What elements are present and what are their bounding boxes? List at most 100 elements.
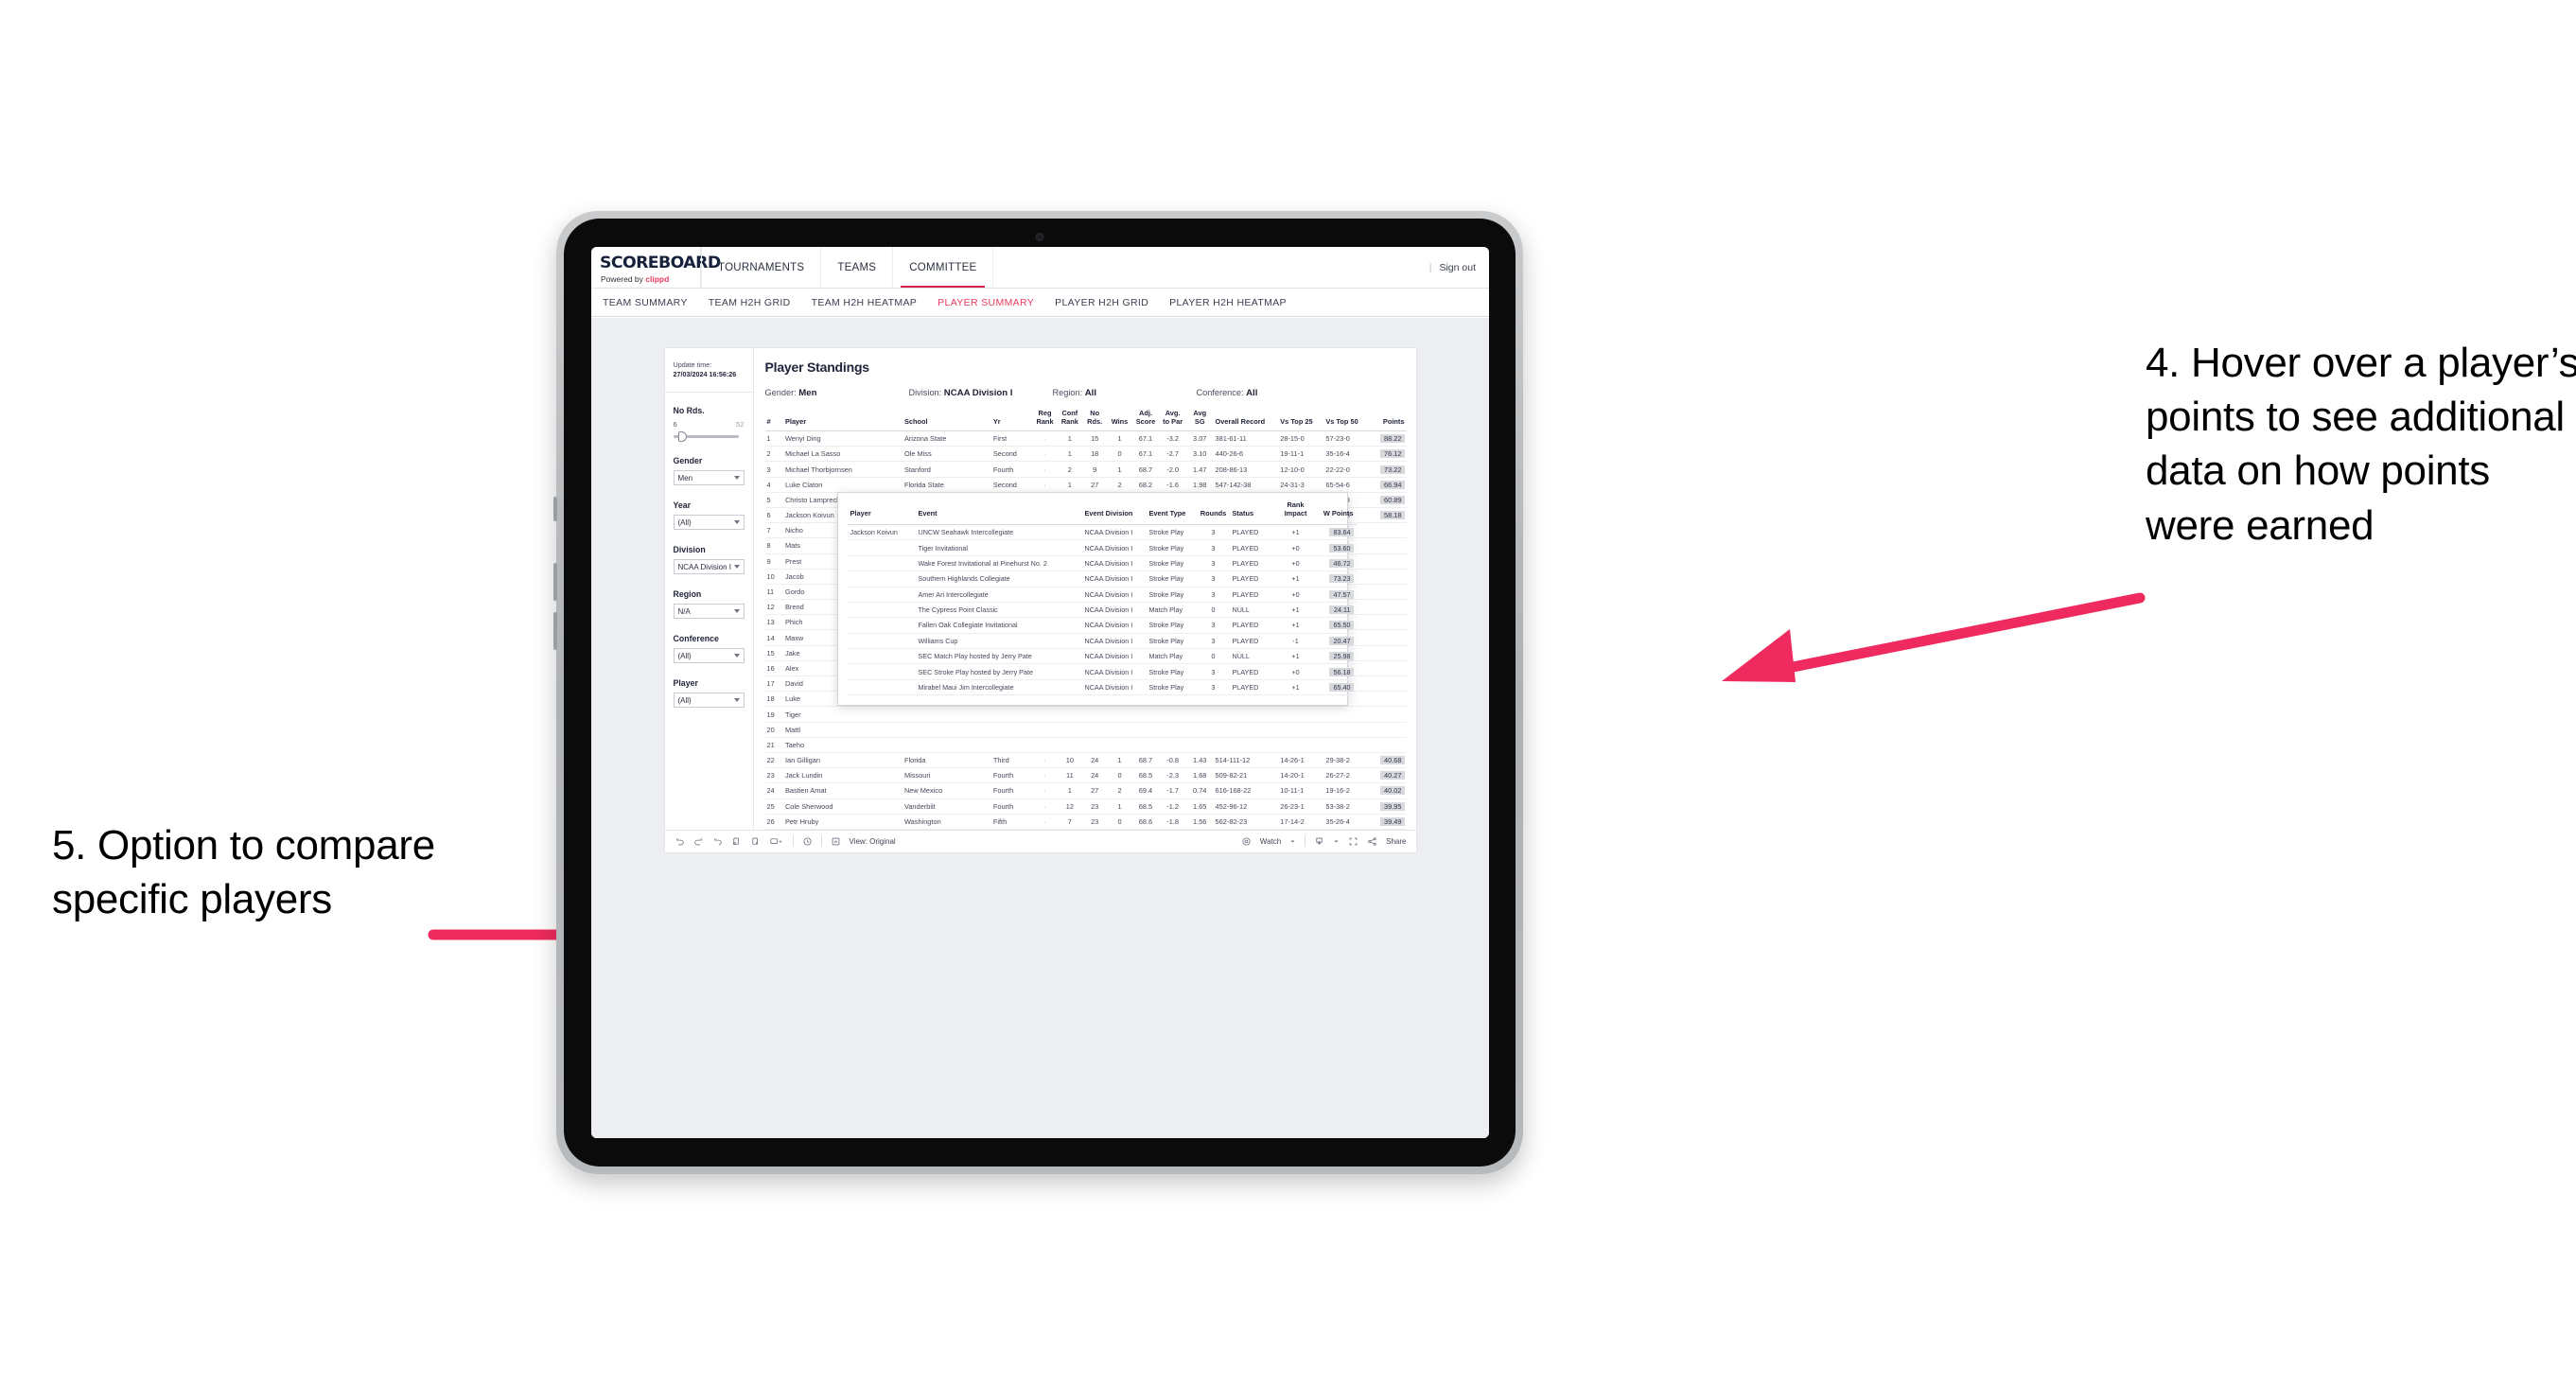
view-label[interactable]: View: Original bbox=[850, 837, 896, 846]
fullscreen-icon[interactable] bbox=[1348, 836, 1358, 847]
table-row[interactable]: 26 Petr Hruby Washington Fifth · 7 23 0 68.6 -1.8… bbox=[764, 814, 1407, 830]
undo-icon[interactable] bbox=[675, 836, 685, 847]
table-row[interactable]: 19 Tiger bbox=[764, 706, 1407, 723]
nav-committee[interactable]: COMMITTEE bbox=[893, 247, 994, 288]
col-overall-record[interactable]: Overall Record bbox=[1213, 410, 1279, 432]
points-cell[interactable]: 88.22 bbox=[1369, 430, 1407, 447]
filter-conference-select[interactable]: (All) bbox=[673, 648, 745, 664]
points-cell[interactable]: 60.89 bbox=[1369, 492, 1407, 508]
points-value[interactable]: 76.12 bbox=[1379, 449, 1405, 459]
points-value[interactable]: 39.49 bbox=[1379, 816, 1405, 826]
table-row[interactable]: 23 Jack Lundin Missouri Fourth · 11 24 0 68.5 -2.… bbox=[764, 767, 1407, 784]
view-icon[interactable] bbox=[831, 836, 841, 847]
tab-player-h2h-heatmap[interactable]: PLAYER H2H HEATMAP bbox=[1169, 297, 1287, 308]
nav-teams[interactable]: TEAMS bbox=[821, 247, 894, 288]
refresh-icon[interactable] bbox=[731, 836, 742, 847]
points-cell[interactable] bbox=[1369, 706, 1407, 723]
col-player[interactable]: Player bbox=[782, 410, 902, 432]
points-cell[interactable] bbox=[1369, 660, 1407, 677]
no-rounds-slider[interactable] bbox=[673, 431, 745, 443]
watch-caret-icon[interactable] bbox=[1289, 838, 1296, 845]
points-value[interactable]: 66.94 bbox=[1379, 480, 1405, 489]
tab-team-h2h-heatmap[interactable]: TEAM H2H HEATMAP bbox=[812, 297, 918, 308]
filter-region[interactable]: Region N/A bbox=[673, 589, 745, 620]
tab-team-h2h-grid[interactable]: TEAM H2H GRID bbox=[709, 297, 791, 308]
view-original-arrow-icon[interactable] bbox=[769, 836, 784, 847]
filter-gender[interactable]: Gender Men bbox=[673, 456, 745, 486]
points-cell[interactable]: 40.02 bbox=[1369, 782, 1407, 799]
table-row[interactable]: 22 Ian Gilligan Florida Third · 10 24 1 68.7 -0.8… bbox=[764, 752, 1407, 769]
share-label[interactable]: Share bbox=[1386, 837, 1406, 846]
points-cell[interactable] bbox=[1369, 645, 1407, 661]
col-no-rds[interactable]: No Rds. bbox=[1082, 409, 1108, 432]
volume-down-button[interactable] bbox=[553, 612, 557, 650]
filter-region-select[interactable]: N/A bbox=[673, 604, 745, 620]
points-cell[interactable]: 66.94 bbox=[1369, 477, 1407, 493]
points-value[interactable]: 40.27 bbox=[1379, 771, 1405, 781]
points-cell[interactable] bbox=[1369, 537, 1407, 554]
col-vs-top-50[interactable]: Vs Top 50 bbox=[1323, 410, 1370, 432]
points-cell[interactable]: 40.68 bbox=[1369, 752, 1407, 769]
watch-icon[interactable] bbox=[1241, 836, 1252, 847]
filter-no-rounds[interactable]: No Rds. 6 52 bbox=[673, 406, 745, 443]
col-yr[interactable]: Yr bbox=[990, 410, 1033, 432]
power-button[interactable] bbox=[553, 497, 557, 521]
logo[interactable]: SCOREBOARD Powered by clippd bbox=[591, 247, 721, 288]
points-value[interactable]: 40.68 bbox=[1379, 756, 1405, 765]
share-icon[interactable] bbox=[1367, 836, 1377, 847]
col-avg-sg[interactable]: Avg SG bbox=[1185, 409, 1214, 432]
tab-player-summary[interactable]: PLAYER SUMMARY bbox=[938, 297, 1034, 308]
col-points[interactable]: Points bbox=[1369, 410, 1407, 432]
tab-team-summary[interactable]: TEAM SUMMARY bbox=[603, 297, 688, 308]
table-row[interactable]: 25 Cole Sherwood Vanderbilt Fourth · 12 23 1 68.… bbox=[764, 798, 1407, 815]
points-cell[interactable]: 76.12 bbox=[1369, 446, 1407, 463]
filter-gender-select[interactable]: Men bbox=[673, 470, 745, 486]
points-cell[interactable] bbox=[1369, 522, 1407, 539]
filter-division-select[interactable]: NCAA Division I bbox=[673, 559, 745, 575]
points-cell[interactable] bbox=[1369, 584, 1407, 601]
filter-player-select[interactable]: (All) bbox=[673, 693, 745, 709]
table-row[interactable]: 1 Wenyi Ding Arizona State First · 1 15 1 67.1 -3… bbox=[764, 430, 1407, 447]
table-row[interactable]: 3 Michael Thorbjornsen Stanford Fourth · 2 9 1 6… bbox=[764, 461, 1407, 478]
points-cell[interactable] bbox=[1369, 722, 1407, 738]
redo-icon[interactable] bbox=[693, 836, 704, 847]
points-value[interactable]: 88.22 bbox=[1379, 434, 1405, 444]
pause-auto-update-icon[interactable] bbox=[750, 836, 761, 847]
col-conf-rank[interactable]: Conf Rank bbox=[1057, 409, 1083, 432]
points-cell[interactable]: 58.18 bbox=[1369, 507, 1407, 524]
filter-division[interactable]: Division NCAA Division I bbox=[673, 545, 745, 575]
points-cell[interactable]: 73.22 bbox=[1369, 461, 1407, 478]
volume-up-button[interactable] bbox=[553, 563, 557, 601]
points-value[interactable]: 39.95 bbox=[1379, 801, 1405, 811]
points-cell[interactable] bbox=[1369, 691, 1407, 708]
table-row[interactable]: 20 Mattl bbox=[764, 722, 1407, 738]
points-cell[interactable] bbox=[1369, 569, 1407, 585]
download-icon[interactable] bbox=[1314, 836, 1324, 847]
sign-out-link[interactable]: Sign out bbox=[1439, 262, 1476, 273]
download-caret-icon[interactable] bbox=[1333, 838, 1340, 845]
col-avg-to-par[interactable]: Avg. to Par bbox=[1159, 409, 1186, 432]
points-cell[interactable] bbox=[1369, 614, 1407, 631]
points-value[interactable]: 60.89 bbox=[1379, 495, 1405, 504]
filter-year[interactable]: Year (All) bbox=[673, 500, 745, 531]
filter-player[interactable]: Player (All) bbox=[673, 678, 745, 709]
col-reg-rank[interactable]: Reg Rank bbox=[1032, 409, 1058, 432]
table-row[interactable]: 21 Taeho bbox=[764, 737, 1407, 753]
table-row[interactable]: 2 Michael La Sasso Ole Miss Second · 1 18 0 67.1… bbox=[764, 446, 1407, 463]
col-school[interactable]: School bbox=[902, 410, 991, 432]
col-wins[interactable]: Wins bbox=[1107, 410, 1132, 432]
table-row[interactable]: 24 Bastien Amat New Mexico Fourth · 1 27 2 69.4-… bbox=[764, 782, 1407, 799]
points-value[interactable]: 73.22 bbox=[1379, 465, 1405, 474]
points-cell[interactable]: 40.27 bbox=[1369, 767, 1407, 784]
filter-conference[interactable]: Conference (All) bbox=[673, 634, 745, 664]
watch-label[interactable]: Watch bbox=[1260, 837, 1281, 846]
col-rank[interactable]: # bbox=[764, 410, 783, 432]
col-vs-top-25[interactable]: Vs Top 25 bbox=[1278, 410, 1324, 432]
col-adj-score[interactable]: Adj. Score bbox=[1131, 409, 1160, 432]
points-value[interactable]: 58.18 bbox=[1379, 511, 1405, 520]
nav-tournaments[interactable]: TOURNAMENTS bbox=[701, 247, 822, 288]
points-cell[interactable]: 39.49 bbox=[1369, 814, 1407, 830]
slider-handle[interactable] bbox=[677, 431, 687, 443]
history-icon[interactable] bbox=[802, 836, 813, 847]
filter-year-select[interactable]: (All) bbox=[673, 515, 745, 531]
